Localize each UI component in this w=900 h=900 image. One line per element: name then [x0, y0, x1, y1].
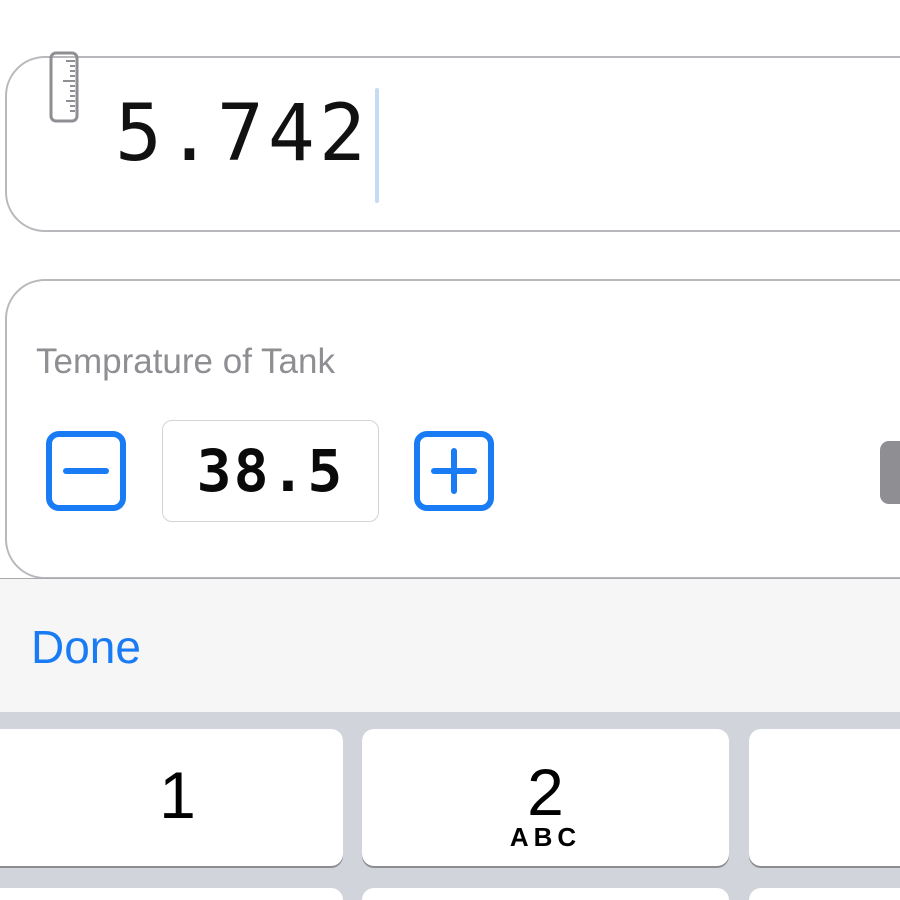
key-5[interactable] [362, 888, 729, 900]
text-cursor [375, 88, 379, 203]
screen: 5.742 Temprature of Tank 38.5 Done 1 2 A… [0, 0, 900, 900]
key-2[interactable]: 2 ABC [362, 729, 729, 866]
temperature-card [5, 279, 900, 579]
key-4[interactable] [0, 888, 343, 900]
done-button[interactable]: Done [31, 621, 141, 673]
key-letters: ABC [509, 822, 582, 852]
key-digit: 2 [527, 755, 564, 829]
key-digit: 1 [159, 758, 196, 832]
measurement-value[interactable]: 5.742 [115, 95, 370, 173]
key-1[interactable]: 1 [0, 729, 343, 866]
increment-button[interactable] [414, 431, 494, 511]
side-badge [880, 441, 900, 504]
key-6[interactable] [749, 888, 900, 900]
temperature-title: Temprature of Tank [36, 342, 335, 381]
number-keypad: 1 2 ABC [0, 712, 900, 900]
temperature-value-field[interactable]: 38.5 [162, 420, 379, 522]
ruler-icon [49, 51, 79, 123]
temperature-value: 38.5 [196, 437, 345, 505]
key-3[interactable] [749, 729, 900, 866]
decrement-button[interactable] [46, 431, 126, 511]
